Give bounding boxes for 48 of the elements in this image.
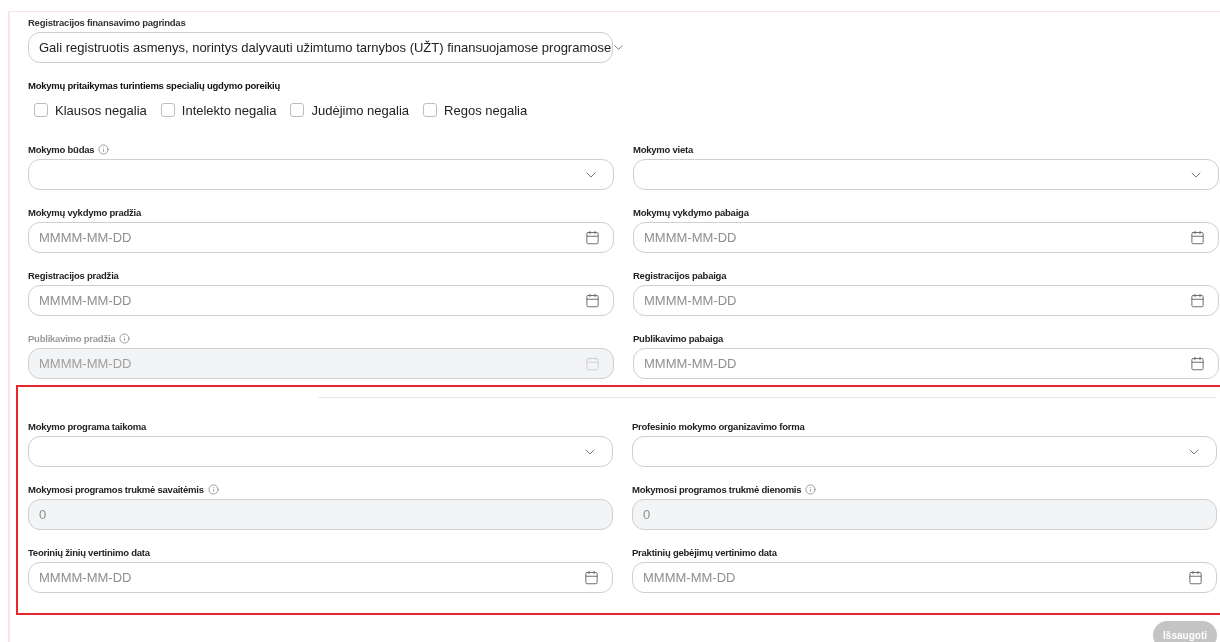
field-label: Mokymosi programos trukmė savaitėmis [28,484,204,495]
date-field[interactable]: MMMM-MM-DD [633,348,1219,379]
info-icon[interactable] [805,484,817,495]
field-label: Mokymo vieta [633,144,693,155]
field-label: Publikavimo pabaiga [633,333,723,344]
checkbox[interactable] [160,103,175,118]
number-field[interactable]: 0 [632,499,1217,530]
field-label: Mokymosi programos trukmė dienomis [632,484,802,495]
checkbox-label: Judėjimo negalia [311,101,410,120]
calendar-icon [585,356,600,371]
date-field[interactable]: MMMM-MM-DD [28,285,614,316]
calendar-icon [1190,356,1205,371]
field-label: Praktinių gebėjimų vertinimo data [632,547,777,558]
info-icon[interactable] [207,484,219,495]
field-label: Registracijos pradžia [28,270,119,281]
select-field[interactable] [28,159,614,190]
calendar-icon [1188,570,1203,585]
checkbox[interactable] [290,103,305,118]
date-field[interactable]: MMMM-MM-DD [28,562,613,593]
calendar-icon [585,230,600,245]
calendar-icon [585,293,600,308]
date-field[interactable]: MMMM-MM-DD [633,285,1219,316]
select-field[interactable] [633,159,1219,190]
field-label: Mokymo programa taikoma [28,421,147,432]
select-field[interactable] [632,436,1217,467]
date-field[interactable]: MMMM-MM-DD [632,562,1217,593]
checkbox[interactable] [423,103,438,118]
field-label: Mokymų vykdymo pradžia [28,207,142,218]
checkbox-label: Intelekto negalia [181,101,277,120]
date-field[interactable]: MMMM-MM-DD [28,222,614,253]
select-field[interactable] [28,436,613,467]
field-label: Publikavimo pradžia [28,333,116,344]
field-label: Teorinių žinių vertinimo data [28,547,150,558]
field-label: Profesinio mokymo organizavimo forma [632,421,805,432]
calendar-icon [584,570,599,585]
field-label: Mokymų vykdymo pabaiga [633,207,749,218]
calendar-icon [1190,293,1205,308]
checkbox[interactable] [34,103,48,118]
field-label: Registracijos pabaiga [633,270,727,281]
number-field[interactable]: 0 [28,499,613,530]
checkbox-label: Klausos negalia [55,101,147,120]
field-label: Mokymo būdas [28,144,95,155]
info-icon[interactable] [98,144,110,155]
section-label: Mokymų pritaikymas turintiems specialių ugdymo poreikių [28,81,281,91]
checkbox-label: Regos negalia [444,101,528,120]
date-field[interactable]: MMMM-MM-DD [633,222,1219,253]
calendar-icon [1190,230,1205,245]
field-label: Registracijos finansavimo pagrindas [28,16,187,29]
